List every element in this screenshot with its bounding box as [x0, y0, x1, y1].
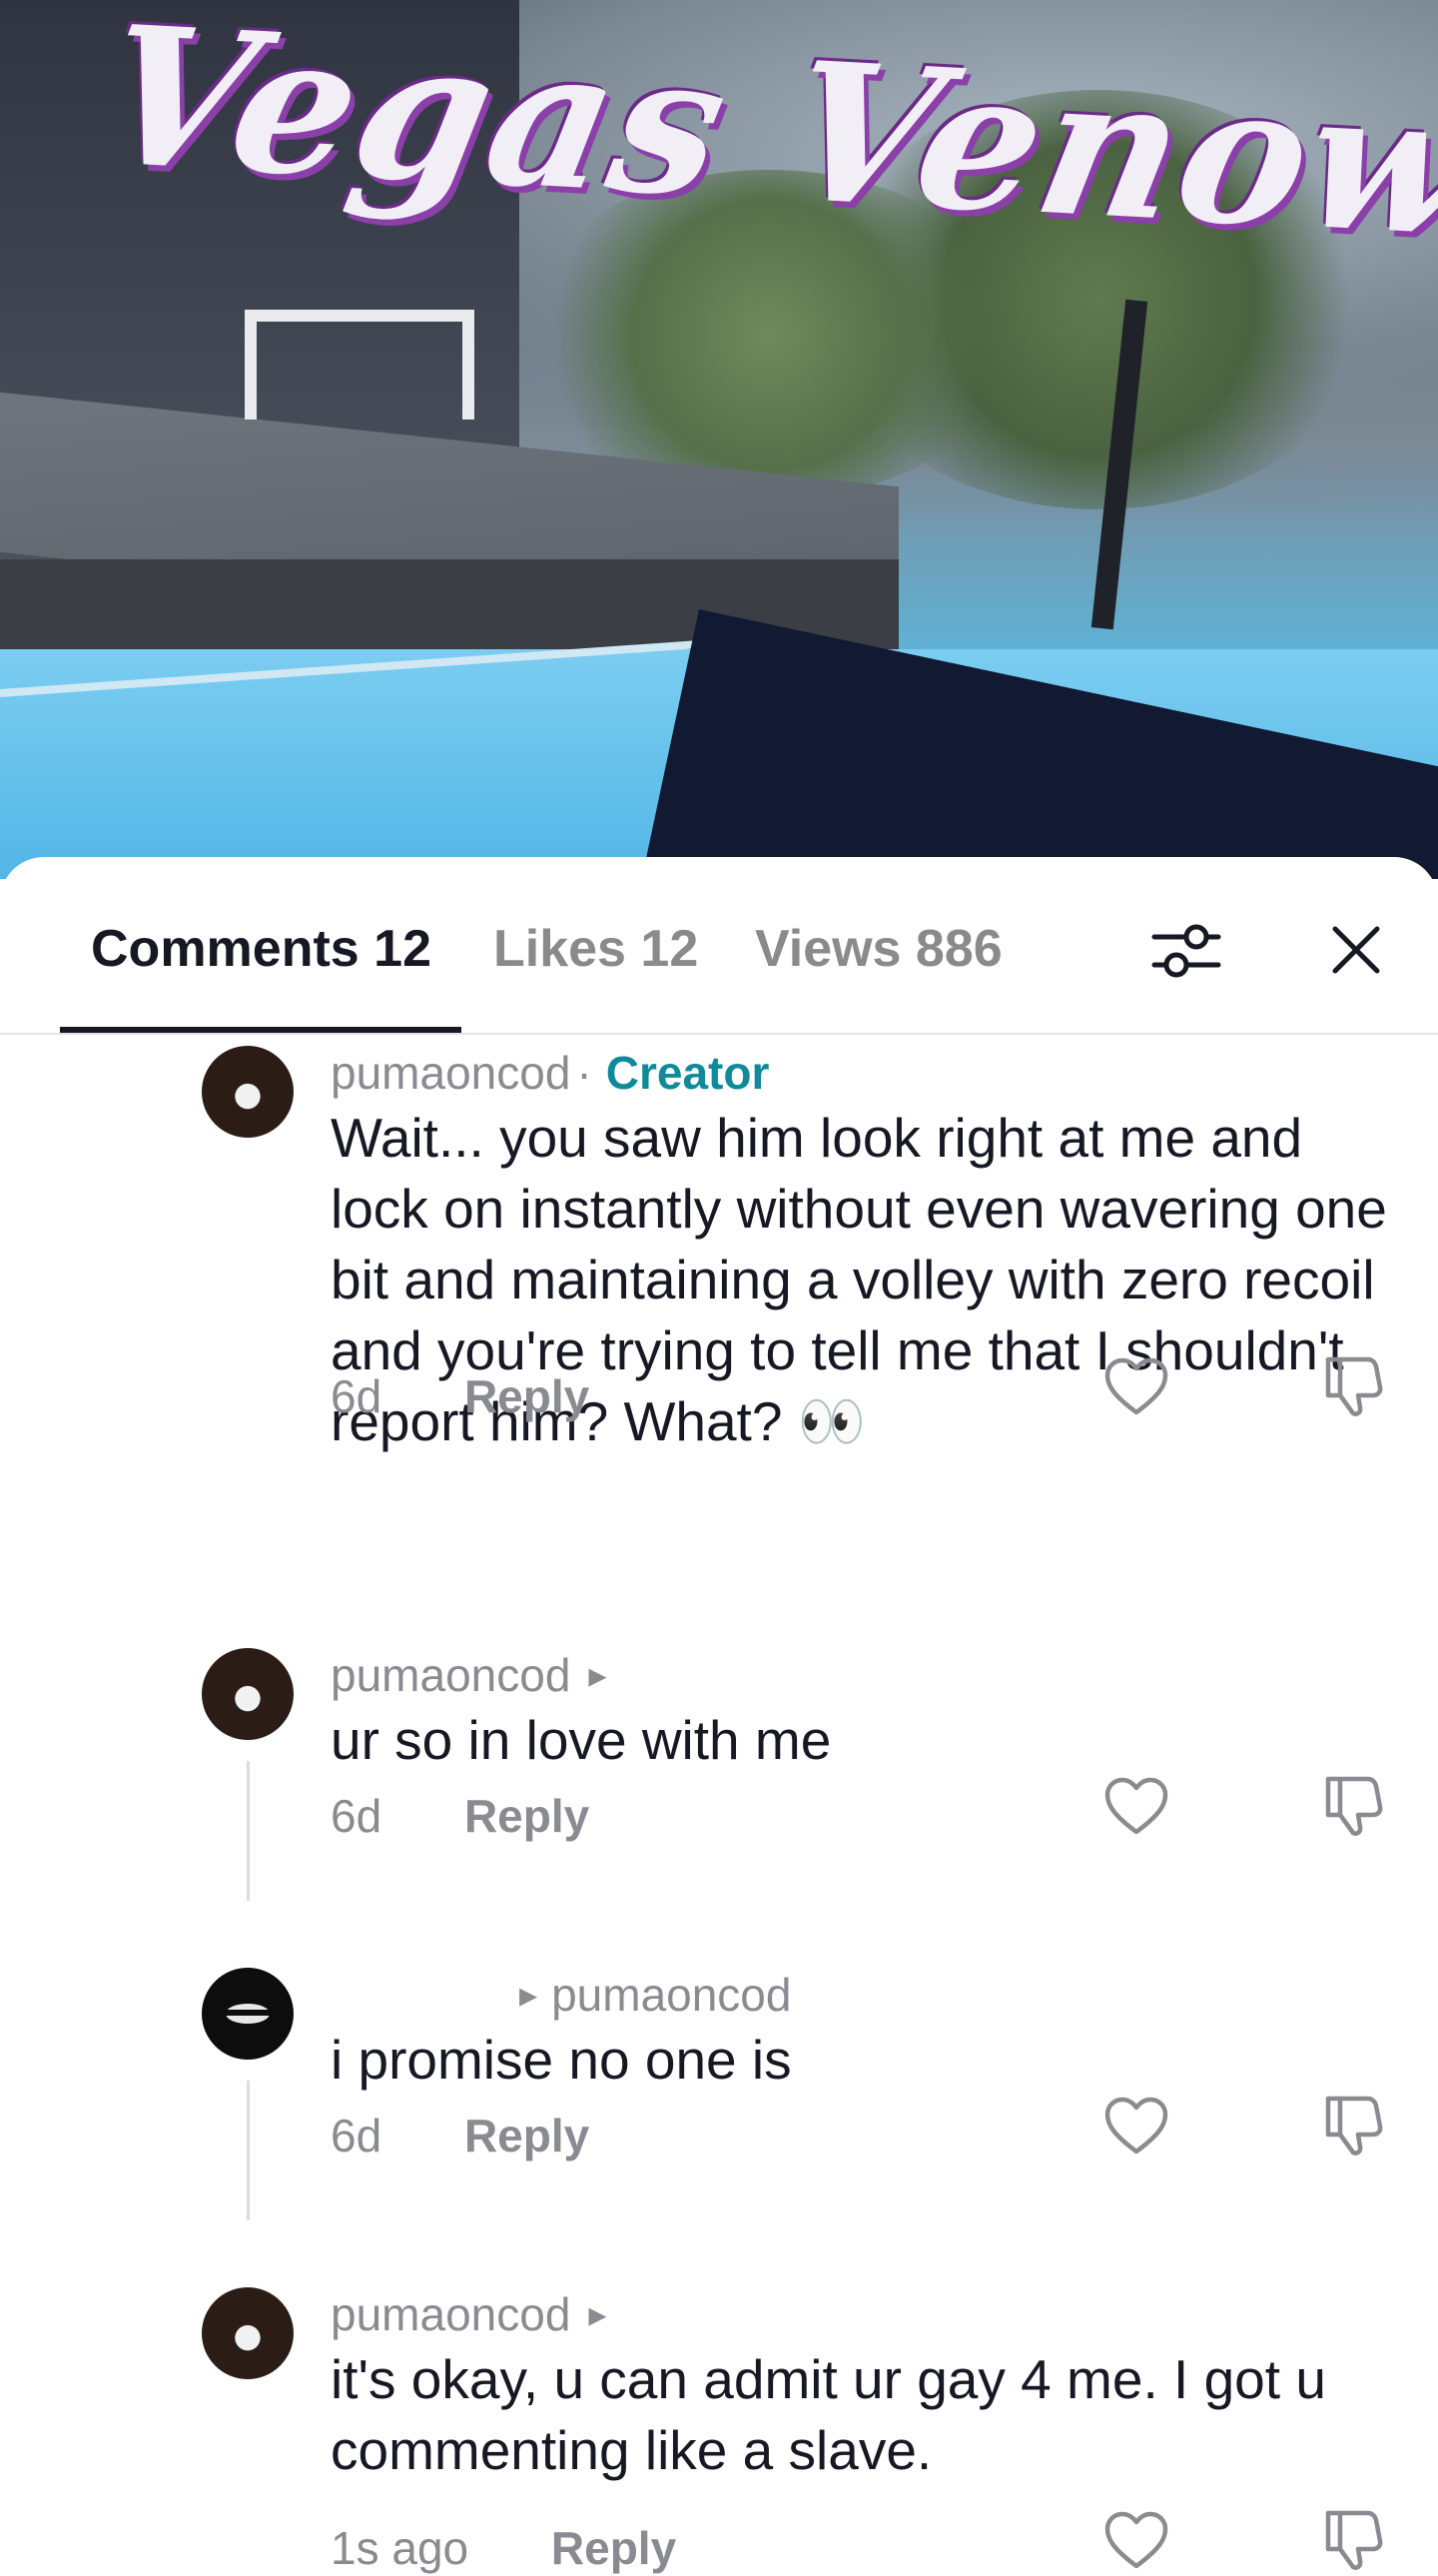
reply-to-username[interactable]: pumaoncod: [551, 1968, 791, 2022]
reply-button[interactable]: Reply: [551, 2522, 676, 2574]
avatar[interactable]: [202, 1648, 294, 1740]
comment-text: ur so in love with me: [331, 1709, 832, 1771]
video-preview[interactable]: Vegas Venow: [0, 0, 1438, 879]
tab-bar: Comments 12 Likes 12 Views 886: [0, 857, 1438, 1037]
heart-icon[interactable]: [1103, 2511, 1169, 2571]
dislike-icon[interactable]: [1320, 1773, 1386, 1839]
avatar[interactable]: [202, 1968, 294, 2060]
sliders-icon: [1151, 924, 1221, 978]
comment-text: it's okay, u can admit ur gay 4 me. I go…: [331, 2348, 1326, 2481]
timestamp: 6d: [331, 1370, 382, 1422]
avatar[interactable]: [202, 1046, 294, 1138]
reply-button[interactable]: Reply: [464, 1790, 589, 1842]
close-icon: [1332, 926, 1380, 974]
heart-icon[interactable]: [1103, 1357, 1169, 1417]
heart-icon[interactable]: [1103, 2097, 1169, 2156]
timestamp: 1s ago: [331, 2522, 469, 2574]
reply-arrow-icon: ▸: [588, 2293, 607, 2334]
comment-meta: 1s ago Reply: [331, 2521, 676, 2575]
heart-icon[interactable]: [1103, 1777, 1169, 1837]
username[interactable]: pumaoncod: [331, 1046, 570, 1100]
thread-line: [247, 1761, 250, 1901]
comment-meta: 6d Reply: [331, 2109, 589, 2162]
dislike-icon[interactable]: [1320, 2093, 1386, 2158]
tab-comments[interactable]: Comments 12: [91, 919, 431, 979]
tabs-divider: [0, 1033, 1438, 1035]
comment-text: i promise no one is: [331, 2029, 792, 2091]
tab-views[interactable]: Views 886: [755, 919, 1003, 979]
reply-arrow-icon: ▸: [588, 1654, 607, 1695]
reply-button[interactable]: Reply: [464, 2110, 589, 2161]
filter-button[interactable]: [1141, 905, 1231, 995]
dislike-icon[interactable]: [1320, 1353, 1386, 1419]
tab-likes[interactable]: Likes 12: [493, 919, 698, 979]
reply-arrow-icon: ▸: [519, 1974, 538, 2015]
timestamp: 6d: [331, 1790, 382, 1842]
video-sign-frame: [245, 310, 474, 420]
comment-header: pumaoncod ▸: [331, 2287, 606, 2341]
comment-meta: 6d Reply: [331, 1789, 589, 1843]
creator-badge: Creator: [605, 1047, 770, 1099]
comment-header: pumaoncod ▸: [331, 1648, 606, 1702]
dislike-icon[interactable]: [1320, 2507, 1386, 2573]
close-button[interactable]: [1311, 905, 1401, 995]
username[interactable]: pumaoncod: [331, 2287, 570, 2341]
comment-header: ▸ pumaoncod: [519, 1968, 791, 2022]
timestamp: 6d: [331, 2110, 382, 2161]
comments-sheet: Comments 12 Likes 12 Views 886 pumaoncod…: [0, 857, 1438, 2576]
username[interactable]: pumaoncod: [331, 1648, 570, 1702]
separator: ·: [576, 1047, 592, 1099]
reply-button[interactable]: Reply: [464, 1370, 589, 1422]
avatar[interactable]: [202, 2287, 294, 2379]
comment-meta: 6d Reply: [331, 1369, 589, 1423]
thread-line: [247, 2081, 250, 2220]
comment-header: pumaoncod · Creator: [331, 1046, 769, 1100]
avatar-image: [226, 2004, 270, 2024]
